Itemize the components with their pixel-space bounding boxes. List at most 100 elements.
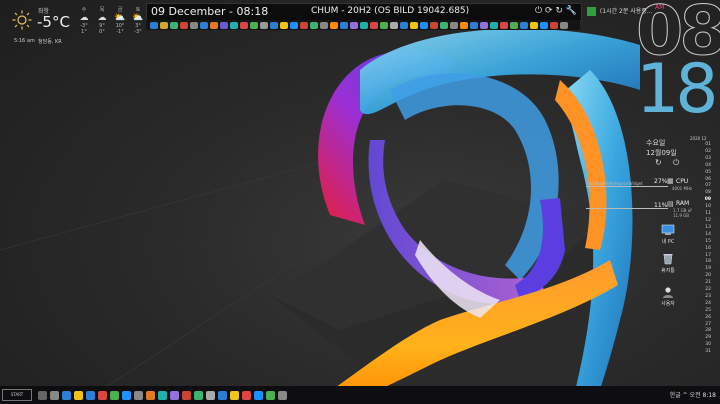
calendar-day: 31 [705, 349, 711, 355]
taskbar-app-icon[interactable] [194, 390, 203, 400]
power-icon[interactable]: ⏻ [535, 6, 542, 16]
app-launcher-icon[interactable] [330, 21, 338, 29]
app-launcher-icon[interactable] [220, 21, 228, 29]
calendar-day: 16 [705, 245, 711, 251]
app-launcher-icon[interactable] [440, 21, 448, 29]
restart-icon[interactable]: ⟳ [545, 6, 553, 16]
cloud-icon: ☁ [97, 13, 107, 23]
taskbar-app-icon[interactable] [122, 390, 131, 400]
taskbar: START 한글 ^ 오전 8:18 [0, 386, 720, 404]
taskbar-app-icon[interactable] [266, 390, 275, 400]
taskbar-app-icon[interactable] [98, 390, 107, 400]
calendar-day: 15 [705, 238, 711, 244]
taskbar-app-icon[interactable] [158, 390, 167, 400]
cpu-percent: 27% [654, 178, 668, 185]
taskbar-app-icon[interactable] [218, 390, 227, 400]
desktop-icon-recycle-bin[interactable]: 휴지통 [653, 253, 683, 274]
app-launcher-icon[interactable] [200, 21, 208, 29]
app-launcher-icon[interactable] [390, 21, 398, 29]
app-launcher-icon[interactable] [260, 21, 268, 29]
app-launcher-icon[interactable] [350, 21, 358, 29]
forecast-day: 목 ☁ 9° 0° [94, 6, 110, 35]
refresh-icon[interactable]: ↻ [555, 6, 563, 16]
app-launcher-icon[interactable] [320, 21, 328, 29]
calendar-header: 2020 12 [690, 136, 707, 141]
quick-launch-bar [146, 20, 580, 30]
app-launcher-icon[interactable] [160, 21, 168, 29]
calendar-day: 02 [705, 148, 711, 154]
app-launcher-icon[interactable] [410, 21, 418, 29]
app-launcher-icon[interactable] [400, 21, 408, 29]
app-launcher-icon[interactable] [420, 21, 428, 29]
taskbar-app-icon[interactable] [206, 390, 215, 400]
app-launcher-icon[interactable] [560, 21, 568, 29]
app-launcher-icon[interactable] [280, 21, 288, 29]
date-time-display: 09 December - 08:18 [151, 5, 269, 18]
app-launcher-icon[interactable] [290, 21, 298, 29]
wallpaper-artwork [0, 28, 640, 404]
app-launcher-icon[interactable] [510, 21, 518, 29]
taskbar-app-icon[interactable] [146, 390, 155, 400]
desktop-icon-my-pc[interactable]: 내 PC [653, 224, 683, 245]
app-launcher-icon[interactable] [310, 21, 318, 29]
taskbar-app-icon[interactable] [62, 390, 71, 400]
taskbar-app-icon[interactable] [170, 390, 179, 400]
forecast-low: -3° [134, 29, 142, 35]
app-launcher-icon[interactable] [360, 21, 368, 29]
app-launcher-icon[interactable] [520, 21, 528, 29]
refresh-icon[interactable]: ↻ [655, 158, 662, 167]
app-launcher-icon[interactable] [550, 21, 558, 29]
desktop-icon-label: 내 PC [661, 239, 675, 245]
app-launcher-icon[interactable] [340, 21, 348, 29]
app-launcher-icon[interactable] [250, 21, 258, 29]
app-launcher-icon[interactable] [460, 21, 468, 29]
taskbar-app-icon[interactable] [230, 390, 239, 400]
forecast-low: 1° [81, 29, 87, 35]
cloud-icon: ☁ [79, 13, 89, 23]
app-launcher-icon[interactable] [480, 21, 488, 29]
clock-minute: 18 [636, 50, 719, 129]
taskbar-app-icon[interactable] [278, 390, 287, 400]
app-launcher-icon[interactable] [430, 21, 438, 29]
ram-usage: 1.7 GB of 11.9 GB [673, 208, 692, 218]
start-button[interactable]: START [2, 389, 32, 401]
calendar-day: 11 [705, 211, 711, 217]
app-launcher-icon[interactable] [240, 21, 248, 29]
desktop-icon-label: 사용자 [661, 301, 675, 307]
taskbar-app-icon[interactable] [182, 390, 191, 400]
system-tray-clock[interactable]: 한글 ^ 오전 8:18 [670, 390, 716, 399]
app-launcher-icon[interactable] [170, 21, 178, 29]
taskbar-app-icon[interactable] [254, 390, 263, 400]
folder-icon[interactable] [74, 390, 83, 400]
calendar-day: 14 [705, 231, 711, 237]
power-icon[interactable]: ⏻ [673, 158, 679, 168]
wrench-icon[interactable]: 🔧 [566, 6, 577, 16]
app-launcher-icon[interactable] [300, 21, 308, 29]
app-launcher-icon[interactable] [380, 21, 388, 29]
desktop-icon-user[interactable]: 사용자 [653, 286, 683, 307]
app-launcher-icon[interactable] [450, 21, 458, 29]
app-launcher-icon[interactable] [150, 21, 158, 29]
app-launcher-icon[interactable] [500, 21, 508, 29]
app-launcher-icon[interactable] [530, 21, 538, 29]
task-view-icon[interactable] [50, 390, 59, 400]
search-icon[interactable] [38, 390, 47, 400]
cloud-sun-icon: ⛅ [114, 13, 126, 23]
recycle-bin-icon [663, 254, 673, 265]
app-launcher-icon[interactable] [180, 21, 188, 29]
app-launcher-icon[interactable] [370, 21, 378, 29]
taskbar-app-icon[interactable] [242, 390, 251, 400]
app-launcher-icon[interactable] [230, 21, 238, 29]
app-launcher-icon[interactable] [190, 21, 198, 29]
app-launcher-icon[interactable] [470, 21, 478, 29]
app-launcher-icon[interactable] [270, 21, 278, 29]
calendar-day: 22 [705, 287, 711, 293]
taskbar-app-icon[interactable] [110, 390, 119, 400]
app-launcher-icon[interactable] [490, 21, 498, 29]
forecast-low: 0° [99, 29, 105, 35]
app-launcher-icon[interactable] [210, 21, 218, 29]
app-launcher-icon[interactable] [540, 21, 548, 29]
taskbar-app-icon[interactable] [86, 390, 95, 400]
status-badge [587, 7, 596, 16]
taskbar-app-icon[interactable] [134, 390, 143, 400]
